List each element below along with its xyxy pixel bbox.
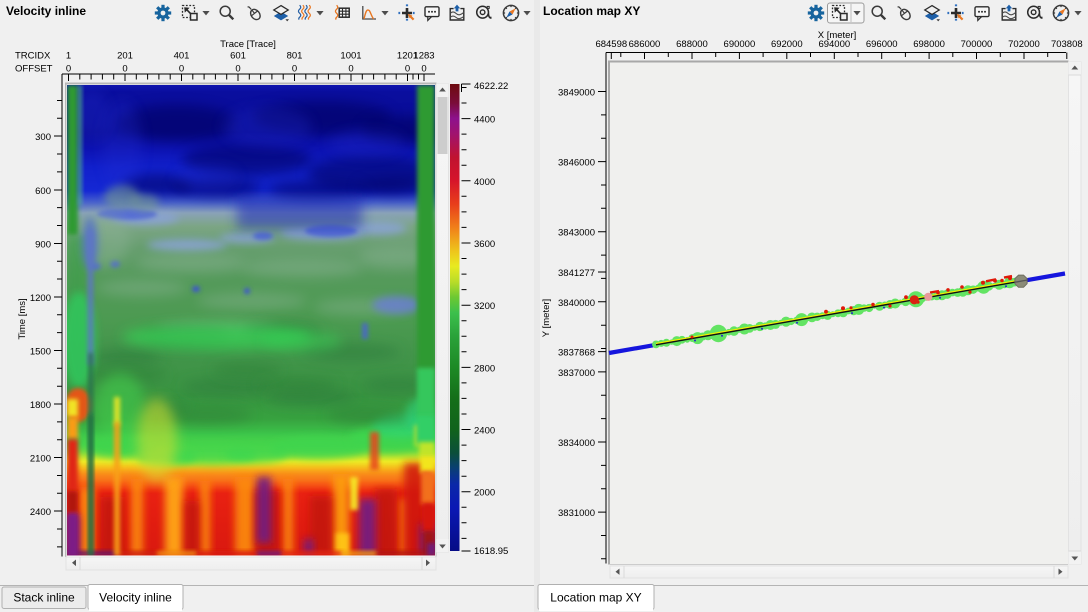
svg-text:1283: 1283: [413, 51, 434, 62]
svg-text:0: 0: [122, 64, 127, 75]
svg-text:2400: 2400: [474, 426, 495, 437]
svg-text:3200: 3200: [474, 301, 495, 312]
svg-text:401: 401: [174, 51, 190, 62]
svg-text:0: 0: [421, 64, 426, 75]
svg-text:684598: 684598: [595, 39, 627, 50]
svg-text:3841277: 3841277: [558, 268, 595, 279]
svg-text:Y [meter]: Y [meter]: [541, 299, 552, 337]
svg-text:1500: 1500: [30, 347, 51, 358]
svg-text:700000: 700000: [961, 39, 993, 50]
svg-text:2800: 2800: [474, 363, 495, 374]
svg-text:900: 900: [35, 240, 51, 251]
svg-text:4622.22: 4622.22: [474, 81, 508, 92]
svg-text:3837868: 3837868: [558, 348, 595, 359]
svg-text:1618.95: 1618.95: [474, 546, 508, 557]
svg-text:600: 600: [35, 186, 51, 197]
svg-text:1001: 1001: [340, 51, 361, 62]
svg-text:2100: 2100: [30, 454, 51, 465]
svg-text:Location map XY: Location map XY: [550, 591, 641, 605]
svg-text:0: 0: [179, 64, 184, 75]
svg-text:3837000: 3837000: [558, 368, 595, 379]
svg-text:702000: 702000: [1008, 39, 1040, 50]
svg-text:Stack inline: Stack inline: [13, 591, 75, 605]
svg-text:0: 0: [292, 64, 297, 75]
svg-text:1800: 1800: [30, 400, 51, 411]
svg-text:3840000: 3840000: [558, 298, 595, 309]
svg-text:Location map XY: Location map XY: [543, 4, 640, 18]
svg-text:1: 1: [66, 51, 71, 62]
svg-text:703808: 703808: [1051, 39, 1083, 50]
svg-text:Time [ms]: Time [ms]: [17, 298, 28, 339]
svg-text:3843000: 3843000: [558, 228, 595, 239]
svg-text:0: 0: [348, 64, 353, 75]
svg-text:801: 801: [287, 51, 303, 62]
svg-text:0: 0: [405, 64, 410, 75]
svg-text:0: 0: [235, 64, 240, 75]
svg-text:Velocity inline: Velocity inline: [6, 4, 86, 18]
svg-text:2000: 2000: [474, 488, 495, 499]
svg-text:TRCIDX: TRCIDX: [15, 51, 51, 62]
svg-text:3600: 3600: [474, 239, 495, 250]
svg-text:4000: 4000: [474, 177, 495, 188]
svg-text:3834000: 3834000: [558, 438, 595, 449]
svg-text:300: 300: [35, 132, 51, 143]
svg-text:686000: 686000: [629, 39, 661, 50]
svg-text:690000: 690000: [724, 39, 756, 50]
svg-text:1200: 1200: [30, 293, 51, 304]
svg-text:694000: 694000: [818, 39, 850, 50]
svg-text:201: 201: [117, 51, 133, 62]
svg-text:601: 601: [230, 51, 246, 62]
svg-text:692000: 692000: [771, 39, 803, 50]
svg-text:3846000: 3846000: [558, 158, 595, 169]
svg-text:OFFSET: OFFSET: [15, 64, 53, 75]
svg-text:4400: 4400: [474, 115, 495, 126]
svg-text:3849000: 3849000: [558, 88, 595, 99]
svg-text:2400: 2400: [30, 507, 51, 518]
svg-text:3831000: 3831000: [558, 508, 595, 519]
svg-text:698000: 698000: [913, 39, 945, 50]
svg-text:688000: 688000: [676, 39, 708, 50]
svg-text:Trace [Trace]: Trace [Trace]: [220, 39, 276, 50]
svg-text:0: 0: [66, 64, 71, 75]
svg-text:Velocity inline: Velocity inline: [99, 591, 172, 605]
svg-text:696000: 696000: [866, 39, 898, 50]
